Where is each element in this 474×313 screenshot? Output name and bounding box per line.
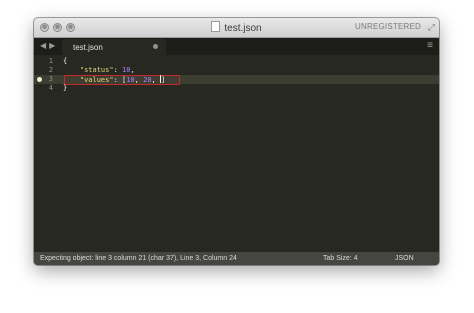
line-number: 2 <box>48 66 53 74</box>
json-number: 10 <box>122 66 131 74</box>
line-number: 1 <box>48 57 53 65</box>
nav-forward-icon[interactable]: ▶ <box>49 41 58 50</box>
tab-navigation: ◀▶ <box>40 41 58 50</box>
code-text: "status": 10, <box>79 66 135 74</box>
json-number: 10 <box>126 76 135 84</box>
error-marker-icon <box>37 77 42 82</box>
status-bar: Expecting object: line 3 column 21 (char… <box>34 252 439 265</box>
tab-size-selector[interactable]: Tab Size: 4 <box>323 252 358 265</box>
text-cursor <box>159 75 161 83</box>
json-key: "values" <box>79 76 114 84</box>
json-key: "status" <box>79 66 114 74</box>
status-message: Expecting object: line 3 column 21 (char… <box>40 255 237 262</box>
tab-label: test.json <box>73 43 103 52</box>
document-icon <box>211 21 221 32</box>
tab-close-icon[interactable] <box>153 44 158 49</box>
nav-back-icon[interactable]: ◀ <box>40 41 49 50</box>
editor-window: test.json UNREGISTERED ⤢ ◀▶ test.json ≡ … <box>34 18 439 265</box>
window-title: test.json <box>224 23 262 34</box>
code-text: } <box>63 84 68 92</box>
code-editor[interactable]: 1 { 2 "status": 10, 3 "values": [10, 20,… <box>34 55 439 252</box>
menu-icon[interactable]: ≡ <box>427 40 433 51</box>
fullscreen-icon[interactable]: ⤢ <box>428 22 435 32</box>
code-line: 2 "status": 10, <box>34 66 439 75</box>
title-bar: test.json UNREGISTERED ⤢ <box>34 18 439 38</box>
code-text: { <box>63 57 68 65</box>
line-number: 4 <box>48 84 53 92</box>
json-number: 20 <box>143 76 152 84</box>
code-line: 1 { <box>34 57 439 66</box>
line-number: 3 <box>48 75 53 83</box>
tab-test-json[interactable]: test.json <box>62 39 166 56</box>
code-line-active: 3 "values": [10, 20, ] <box>34 75 439 85</box>
syntax-selector[interactable]: JSON <box>395 252 414 265</box>
unregistered-label: UNREGISTERED <box>355 22 421 31</box>
code-line: 4 } <box>34 84 439 93</box>
tab-bar: ◀▶ test.json ≡ <box>34 38 439 56</box>
